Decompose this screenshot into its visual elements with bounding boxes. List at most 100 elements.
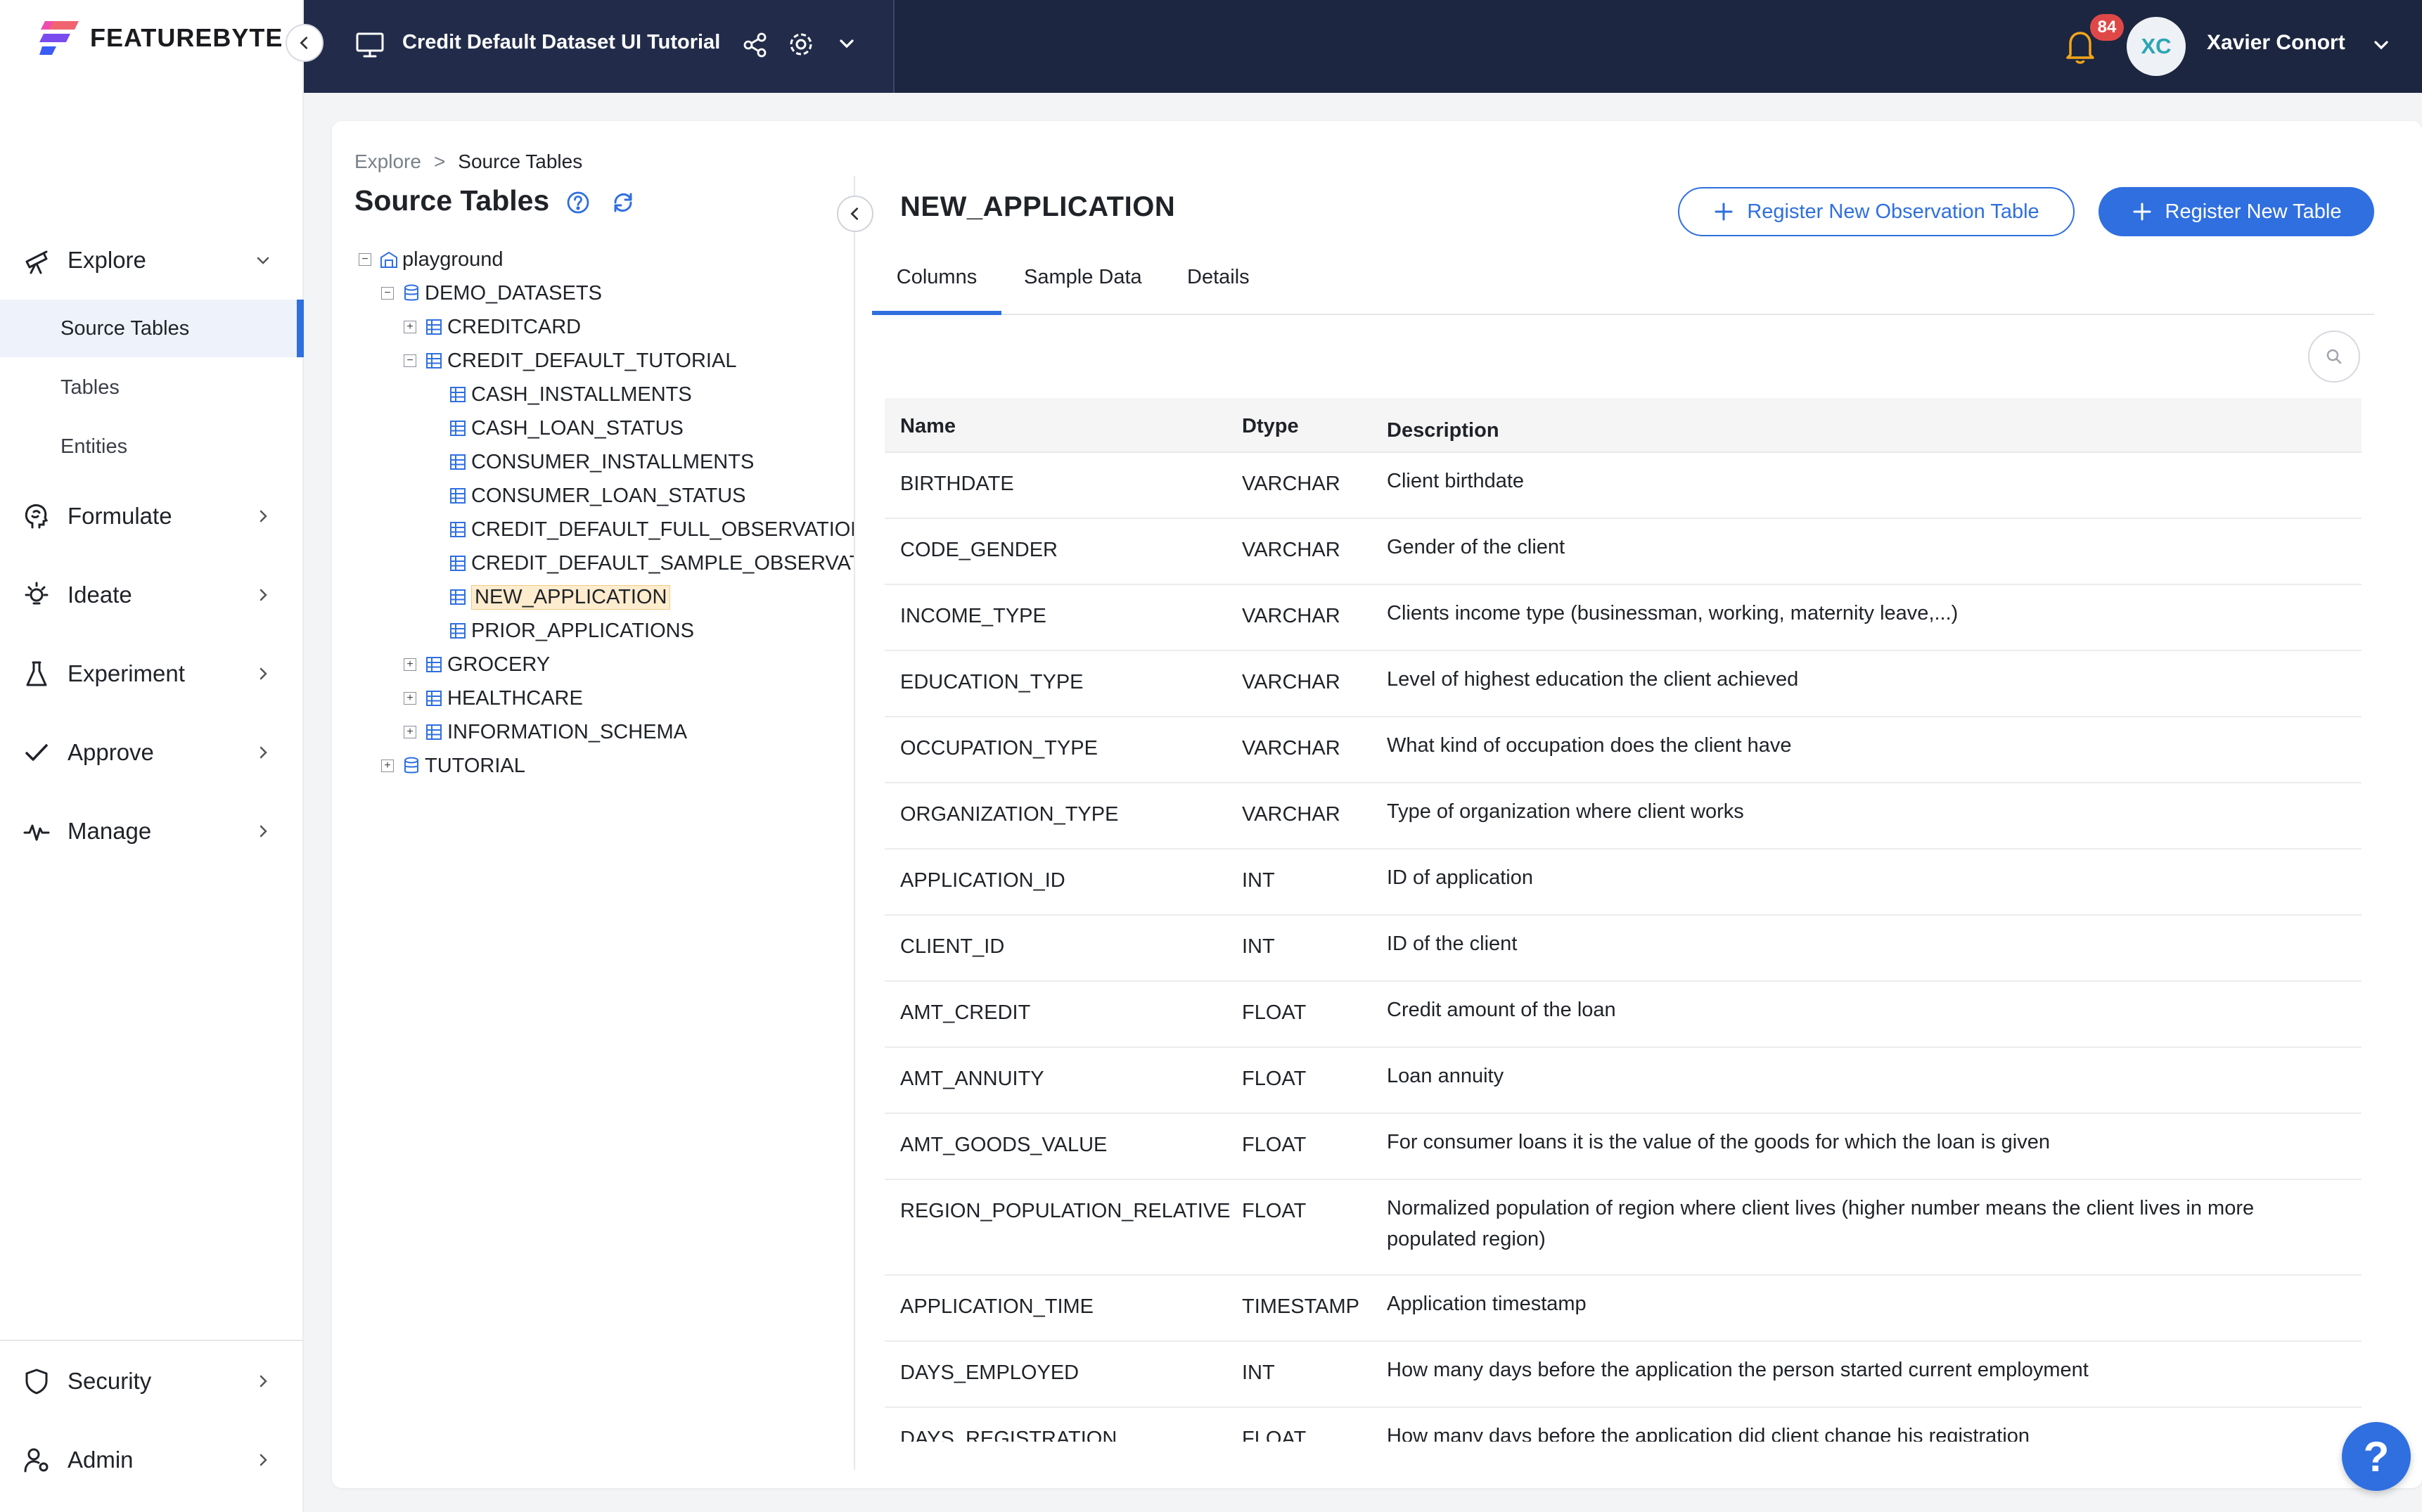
breadcrumb-separator: > — [433, 150, 446, 172]
column-header-description[interactable]: Description — [1387, 415, 2343, 446]
panel-divider[interactable] — [854, 176, 855, 1470]
chevron-down-icon — [250, 248, 276, 273]
cell-name: OCCUPATION_TYPE — [900, 737, 1098, 760]
cell-name: APPLICATION_ID — [900, 869, 1065, 892]
register-new-table-button[interactable]: Register New Table — [2099, 187, 2374, 236]
sidebar-item-label: Source Tables — [60, 316, 190, 340]
tree-node-table[interactable]: CASH_INSTALLMENTS — [449, 378, 692, 411]
column-header-dtype[interactable]: Dtype — [1242, 415, 1299, 438]
table-row[interactable]: BIRTHDATE VARCHAR Client birthdate — [885, 453, 2362, 519]
column-header-name[interactable]: Name — [900, 415, 956, 438]
collapse-icon[interactable]: − — [381, 287, 394, 300]
tab-details[interactable]: Details — [1187, 266, 1250, 315]
tree-node-table[interactable]: CONSUMER_INSTALLMENTS — [449, 446, 754, 478]
tree-node-table[interactable]: PRIOR_APPLICATIONS — [449, 615, 694, 647]
nav-admin[interactable]: Admin — [0, 1430, 304, 1489]
tree-node-table[interactable]: CONSUMER_LOAN_STATUS — [449, 480, 746, 512]
breadcrumb-explore[interactable]: Explore — [354, 150, 421, 173]
cell-name: CLIENT_ID — [900, 935, 1005, 958]
tree-node-schema[interactable]: − CREDIT_DEFAULT_TUTORIAL — [404, 345, 736, 377]
tree-node-schema[interactable]: + CREDITCARD — [404, 311, 581, 343]
tab-sample-data[interactable]: Sample Data — [1024, 266, 1142, 315]
tree-node-catalog[interactable]: − playground — [359, 243, 504, 276]
sidebar-collapse-button[interactable] — [286, 24, 323, 62]
nav-manage[interactable]: Manage — [0, 802, 304, 861]
nav-security[interactable]: Security — [0, 1352, 304, 1411]
tree-node-database[interactable]: + TUTORIAL — [381, 750, 525, 782]
nav-explore[interactable]: Explore — [0, 231, 304, 290]
table-row[interactable]: CLIENT_ID INT ID of the client — [885, 916, 2362, 982]
tab-columns[interactable]: Columns — [872, 266, 1001, 315]
gear-icon[interactable] — [786, 30, 816, 63]
share-icon[interactable] — [741, 31, 769, 63]
chevron-left-icon — [850, 207, 859, 220]
tree-node-schema[interactable]: + HEALTHCARE — [404, 682, 583, 715]
tree-node-label: DEMO_DATASETS — [425, 281, 602, 305]
tree-node-database[interactable]: − DEMO_DATASETS — [381, 277, 602, 309]
avatar[interactable]: XC — [2127, 17, 2186, 76]
tree-node-label: HEALTHCARE — [447, 686, 583, 710]
cell-description: Loan annuity — [1387, 1065, 1504, 1087]
brain-icon — [21, 501, 52, 532]
tree-node-label: CREDIT_DEFAULT_TUTORIAL — [447, 349, 737, 372]
table-row[interactable]: ORGANIZATION_TYPE VARCHAR Type of organi… — [885, 783, 2362, 850]
tree-node-schema[interactable]: + INFORMATION_SCHEMA — [404, 716, 687, 748]
chevron-down-icon[interactable] — [835, 32, 858, 58]
table-icon — [425, 352, 443, 370]
table-row[interactable]: REGION_POPULATION_RELATIVE FLOAT Normali… — [885, 1180, 2362, 1276]
expand-icon[interactable]: + — [404, 726, 416, 738]
tree-node-table[interactable]: CREDIT_DEFAULT_FULL_OBSERVATIONS — [449, 513, 854, 546]
help-button[interactable]: ? — [2342, 1422, 2411, 1491]
table-row[interactable]: INCOME_TYPE VARCHAR Clients income type … — [885, 585, 2362, 651]
flask-icon — [21, 658, 52, 689]
lightbulb-icon — [21, 579, 52, 610]
sidebar-item-tables[interactable]: Tables — [0, 359, 304, 416]
cell-dtype: FLOAT — [1242, 1068, 1307, 1090]
table-row[interactable]: OCCUPATION_TYPE VARCHAR What kind of occ… — [885, 717, 2362, 783]
tree-node-schema[interactable]: + GROCERY — [404, 648, 550, 681]
sidebar-item-source-tables[interactable]: Source Tables — [0, 300, 304, 357]
collapse-icon[interactable]: − — [359, 253, 371, 266]
featurebyte-logo-icon — [39, 18, 80, 58]
collapse-icon[interactable]: − — [404, 354, 416, 367]
nav-ideate[interactable]: Ideate — [0, 565, 304, 624]
cell-description: ID of application — [1387, 866, 1533, 889]
table-row[interactable]: EDUCATION_TYPE VARCHAR Level of highest … — [885, 651, 2362, 717]
register-observation-table-button[interactable]: Register New Observation Table — [1678, 187, 2075, 236]
table-row[interactable]: DAYS_EMPLOYED INT How many days before t… — [885, 1342, 2362, 1408]
table-title: NEW_APPLICATION — [900, 191, 1176, 222]
catalog-selector[interactable]: Credit Default Dataset UI Tutorial — [304, 0, 895, 93]
refresh-icon[interactable] — [610, 190, 636, 219]
tree-node-table-selected[interactable]: NEW_APPLICATION — [449, 581, 671, 613]
tree-node-table[interactable]: CASH_LOAN_STATUS — [449, 412, 684, 444]
nav-experiment[interactable]: Experiment — [0, 644, 304, 703]
table-search-button[interactable] — [2308, 331, 2360, 383]
table-row[interactable]: AMT_ANNUITY FLOAT Loan annuity — [885, 1048, 2362, 1114]
cell-name: AMT_ANNUITY — [900, 1068, 1044, 1090]
sidebar-item-entities[interactable]: Entities — [0, 418, 304, 475]
brand-logo[interactable]: FEATUREBYTE — [39, 17, 283, 59]
tree-collapse-button[interactable] — [837, 196, 873, 232]
telescope-icon — [21, 245, 52, 276]
nav-manage-label: Manage — [68, 818, 152, 844]
cell-dtype: VARCHAR — [1242, 671, 1340, 693]
chevron-down-icon[interactable] — [2370, 34, 2392, 60]
tree-node-table[interactable]: CREDIT_DEFAULT_SAMPLE_OBSERVATIONS — [449, 547, 854, 579]
table-row[interactable]: AMT_CREDIT FLOAT Credit amount of the lo… — [885, 982, 2362, 1048]
table-icon — [449, 622, 467, 640]
plus-icon — [1715, 203, 1733, 221]
table-row[interactable]: AMT_GOODS_VALUE FLOAT For consumer loans… — [885, 1114, 2362, 1180]
help-circle-icon[interactable] — [565, 190, 591, 219]
expand-icon[interactable]: + — [404, 658, 416, 671]
table-row[interactable]: APPLICATION_TIME TIMESTAMP Application t… — [885, 1276, 2362, 1342]
expand-icon[interactable]: + — [404, 692, 416, 705]
table-row[interactable]: DAYS_REGISTRATION FLOAT How many days be… — [885, 1408, 2362, 1442]
table-row[interactable]: APPLICATION_ID INT ID of application — [885, 850, 2362, 916]
table-row[interactable]: CODE_GENDER VARCHAR Gender of the client — [885, 519, 2362, 585]
nav-formulate[interactable]: Formulate — [0, 487, 304, 546]
expand-icon[interactable]: + — [381, 760, 394, 772]
expand-icon[interactable]: + — [404, 321, 416, 333]
user-name[interactable]: Xavier Conort — [2207, 31, 2345, 55]
cell-name: EDUCATION_TYPE — [900, 671, 1084, 693]
nav-approve[interactable]: Approve — [0, 723, 304, 782]
